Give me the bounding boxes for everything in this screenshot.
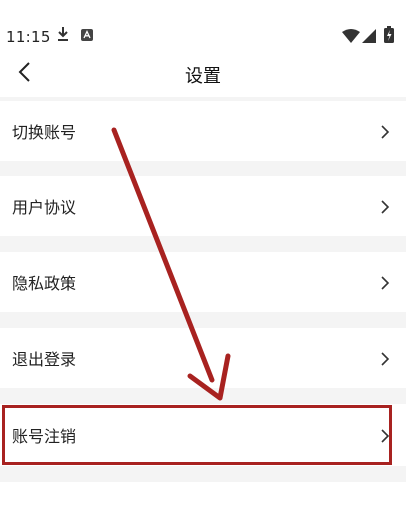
settings-item-privacy-policy[interactable]: 隐私政策 xyxy=(0,252,406,312)
title-bar: 设置 xyxy=(0,52,406,96)
highlight-box xyxy=(2,405,392,465)
section-divider xyxy=(0,388,406,404)
section-divider xyxy=(0,466,406,482)
wifi-icon xyxy=(342,28,360,47)
app-notification-icon xyxy=(80,27,94,46)
chevron-right-icon xyxy=(380,124,390,139)
chevron-right-icon xyxy=(380,199,390,214)
download-icon xyxy=(56,26,70,46)
chevron-right-icon xyxy=(380,275,390,290)
settings-item-logout[interactable]: 退出登录 xyxy=(0,328,406,388)
status-time: 11:15 xyxy=(6,28,51,46)
battery-icon xyxy=(384,26,394,47)
settings-item-label: 用户协议 xyxy=(12,198,77,217)
settings-item-user-agreement[interactable]: 用户协议 xyxy=(0,176,406,236)
chevron-right-icon xyxy=(380,351,390,366)
section-divider xyxy=(0,312,406,328)
settings-item-switch-account[interactable]: 切换账号 xyxy=(0,101,406,161)
settings-item-label: 切换账号 xyxy=(12,123,77,142)
settings-item-label: 隐私政策 xyxy=(12,274,77,293)
settings-item-label: 退出登录 xyxy=(12,350,77,369)
page-title: 设置 xyxy=(185,66,221,87)
section-divider xyxy=(0,236,406,252)
signal-icon xyxy=(362,28,376,47)
section-divider xyxy=(0,160,406,176)
